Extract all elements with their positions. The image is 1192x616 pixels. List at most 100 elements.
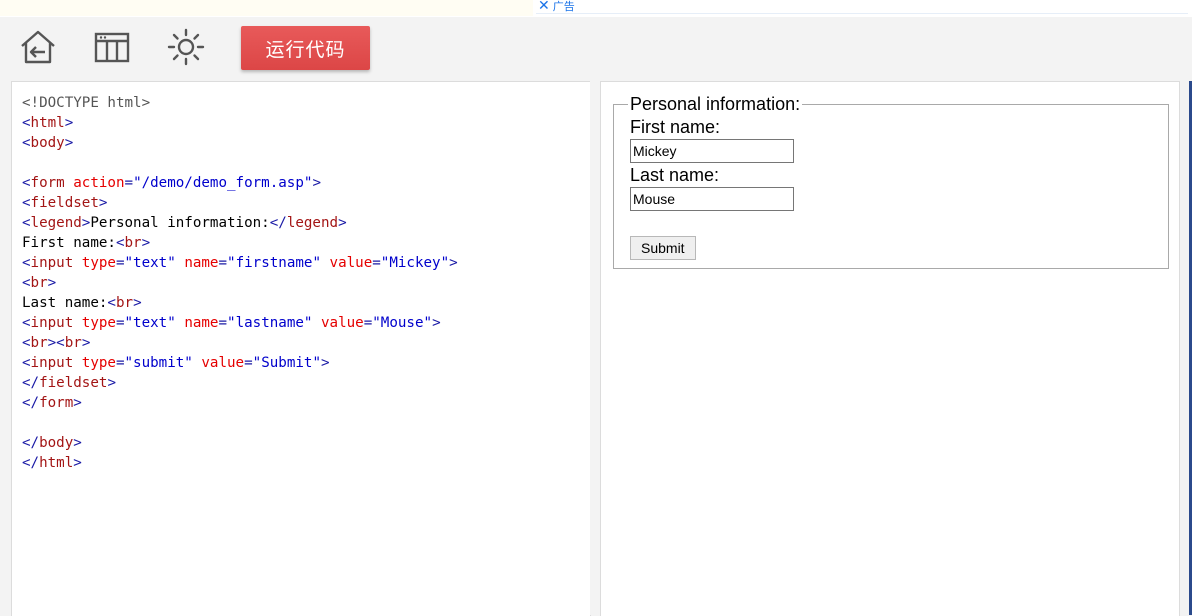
code-token: > [141,235,151,251]
code-token: = [124,175,134,191]
code-line: <legend>Personal information:</legend> [22,213,458,233]
code-token: > [47,275,57,291]
code-line: </html> [22,453,458,473]
personal-info-fieldset: Personal information: First name: Last n… [613,94,1169,269]
ad-text: 广告 [552,1,575,13]
layout-icon[interactable] [93,28,131,66]
code-token: body [30,135,65,151]
code-token: value [329,255,373,271]
code-token: br [64,335,82,351]
code-token: > [133,295,142,311]
ad-banner [0,0,533,16]
code-token: = [218,255,228,271]
code-token: form [30,175,74,191]
code-token: > [107,375,116,391]
ad-strip: ✕ 广告 [0,0,1192,17]
code-token: < [22,115,31,131]
code-token: body [39,435,74,451]
code-token: "text" [124,255,185,271]
preview-pane: Personal information: First name: Last n… [600,81,1180,616]
code-token: name [184,315,219,331]
code-token: type [81,255,116,271]
toolbar: 运行代码 [0,17,1192,80]
code-token: > [98,195,108,211]
code-token: = [115,315,125,331]
code-token: = [363,315,373,331]
code-token: "/demo/demo_form.asp" [133,175,313,191]
code-token: < [22,255,31,271]
code-token: value [321,315,364,331]
code-line: <body> [22,133,458,153]
code-token: "lastname" [227,315,321,331]
code-token: = [218,315,228,331]
fieldset-legend: Personal information: [630,94,801,114]
code-token: </ [22,455,40,471]
code-token: > [312,175,321,191]
code-token: > [432,315,441,331]
code-line: <input type="text" name="lastname" value… [22,313,458,333]
code-token: < [22,335,31,351]
code-token: form [39,395,74,411]
code-token: < [107,295,116,311]
code-token: > [73,455,82,471]
window-edge [1180,81,1192,615]
code-token: > [81,335,91,351]
code-token: = [244,355,253,371]
code-token: br [30,275,48,291]
last-name-input[interactable] [630,187,794,211]
first-name-input[interactable] [630,139,794,163]
code-token: < [115,235,125,251]
submit-button[interactable]: Submit [630,236,696,260]
code-token: > [338,215,347,231]
code-token: "submit" [124,355,202,371]
code-token: < [22,135,31,151]
home-back-icon[interactable] [19,28,57,66]
code-token: </ [22,435,40,451]
code-token: "text" [124,315,185,331]
code-line: <input type="text" name="firstname" valu… [22,253,458,273]
code-line: <br><br> [22,333,458,353]
first-name-label: First name: [630,117,721,137]
code-token: br [115,295,134,311]
code-token: <!DOCTYPE html> [22,95,151,111]
panel-splitter[interactable] [590,81,600,615]
code-token: = [372,255,381,271]
code-token: "Mouse" [372,315,433,331]
code-token: > [449,255,458,271]
code-token: html [30,115,65,131]
code-editor[interactable]: <!DOCTYPE html> <html> <body> <form action… [11,81,591,616]
code-token: br [124,235,142,251]
code-token: type [81,355,116,371]
run-code-button[interactable]: 运行代码 [241,26,370,70]
code-line: <input type="submit" value="Submit"> [22,353,458,373]
code-token: value [201,355,245,371]
brightness-icon[interactable] [167,28,205,66]
code-line: </body> [22,433,458,453]
code-content[interactable]: <!DOCTYPE html> <html> <body> <form action… [22,93,458,473]
code-token: < [22,315,31,331]
code-token: > [73,435,82,451]
code-token: legend [286,215,339,231]
code-token: < [22,275,31,291]
code-token: < [22,215,31,231]
code-token: </ [22,395,40,411]
code-token: "Mickey" [380,255,450,271]
code-token: Last name: [22,295,108,311]
code-line: <form action="/demo/demo_form.asp"> [22,173,458,193]
code-token: action [73,175,125,191]
code-token: "firstname" [227,255,330,271]
ad-label[interactable]: ✕ 广告 [536,0,1188,14]
code-token: br [30,335,48,351]
code-token: fieldset [39,375,108,391]
code-line: <html> [22,113,458,133]
code-line: </fieldset> [22,373,458,393]
code-token: type [81,315,116,331]
code-token: > [64,115,74,131]
code-token: < [22,195,31,211]
last-name-label: Last name: [630,165,720,185]
close-icon[interactable]: ✕ [538,0,550,13]
code-token: input [30,315,82,331]
code-token: name [184,255,219,271]
